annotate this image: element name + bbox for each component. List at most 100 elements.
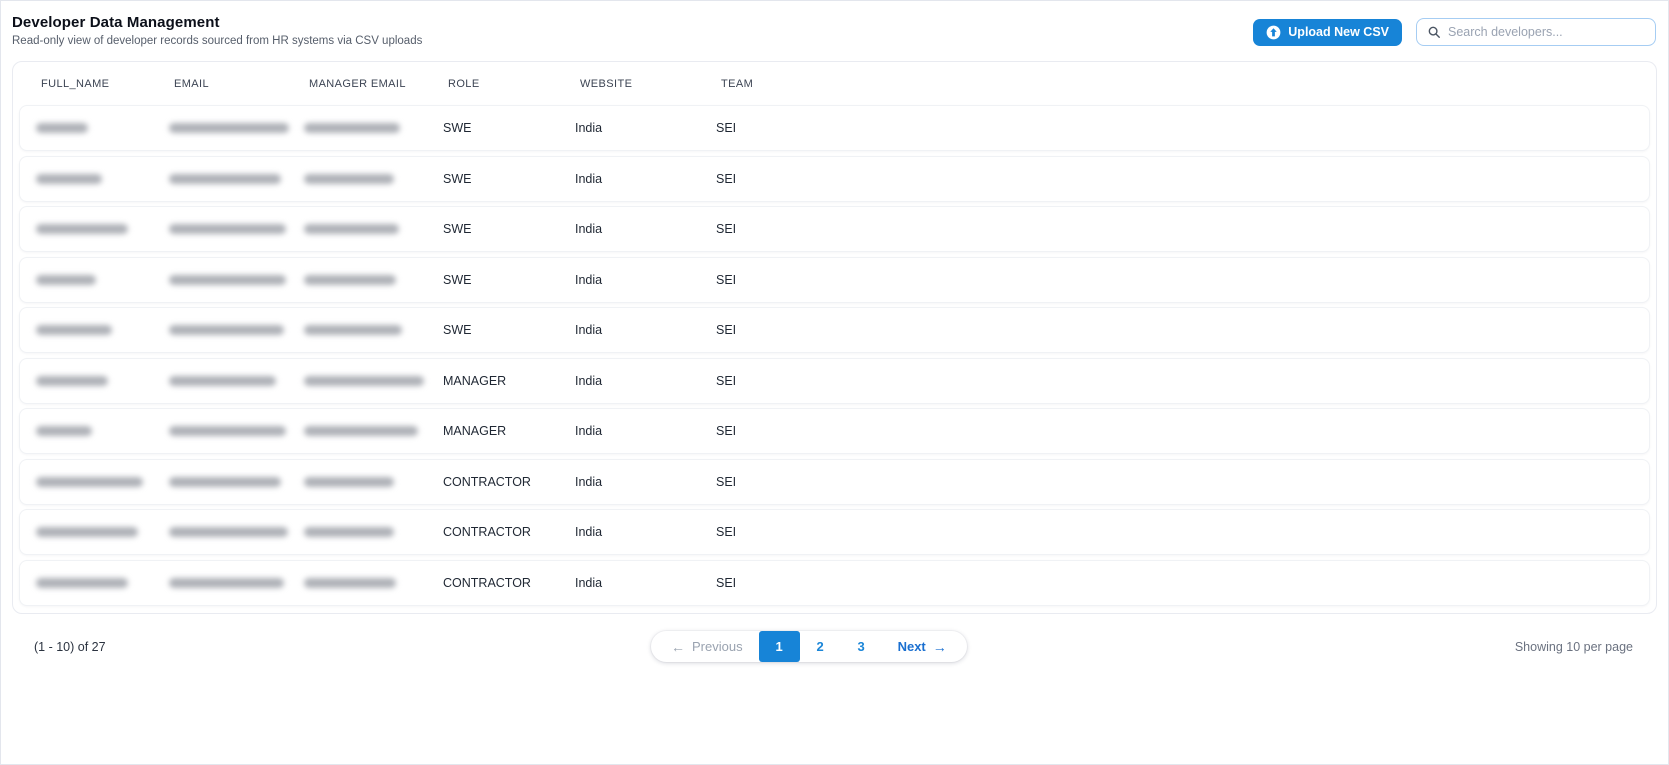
cell-redacted [169,325,284,335]
redacted-text-blur [36,527,138,537]
cell-team: SEI [716,424,737,438]
column-header-full-name: FULL_NAME [41,77,110,90]
redacted-text-blur [169,123,289,133]
cell-website: India [575,474,603,489]
page-button-1[interactable]: 1 [758,631,800,662]
pagination-bar: (1 - 10) of 27 ← Previous 123 Next → Sho… [1,631,1668,663]
table-body: SWE India SEI SWE India SEI SWE India SEI SWE Indi… [19,105,1650,606]
app-window: Developer Data Management Read-only view… [0,0,1669,765]
cell-website: India [575,171,603,186]
cell-role: CONTRACTOR [443,575,531,590]
redacted-text-blur [169,476,281,487]
toolbar-actions: Upload New CSV [1253,18,1656,46]
cell-redacted [304,426,418,436]
cell-redacted [169,527,288,537]
cell-redacted [36,325,112,335]
cell-redacted [304,577,396,588]
table-row: SWE India SEI [19,105,1650,151]
search-input[interactable] [1448,25,1645,39]
cell-team: SEI [716,575,737,590]
page-buttons: 123 [758,631,882,662]
cell-redacted [169,123,289,133]
redacted-text-blur [304,173,394,184]
column-header-website: WEBSITE [580,77,633,90]
redacted-text-blur [304,476,394,487]
page-button-3[interactable]: 3 [841,631,882,662]
page-title: Developer Data Management [12,14,220,31]
cell-redacted [304,274,396,285]
table-row: SWE India SEI [19,206,1650,252]
cell-team: SEI [716,373,737,388]
redacted-text-blur [304,123,400,133]
redacted-text-blur [36,123,88,133]
redacted-text-blur [36,325,112,335]
table-row: SWE India SEI [19,307,1650,353]
developers-table-card: FULL_NAME EMAIL MANAGER EMAIL ROLE WEBSITE TE… [12,61,1657,614]
next-button[interactable]: Next → [882,631,967,662]
cell-role: MANAGER [443,424,507,438]
cell-website: India [575,424,603,438]
redacted-text-blur [36,173,102,184]
upload-csv-button[interactable]: Upload New CSV [1253,18,1402,46]
cell-website: India [575,373,603,388]
cell-redacted [304,173,394,184]
previous-button[interactable]: ← Previous [651,631,759,662]
cell-redacted [304,527,394,537]
cell-redacted [169,274,286,285]
cell-team: SEI [716,474,737,489]
cell-redacted [36,123,88,133]
redacted-text-blur [304,426,418,436]
cell-role: MANAGER [443,373,507,388]
search-icon [1427,25,1441,39]
redacted-text-blur [169,274,286,285]
column-header-manager-email: MANAGER EMAIL [309,77,406,90]
redacted-text-blur [36,224,128,234]
cell-website: India [575,525,603,539]
cell-redacted [304,325,402,335]
redacted-text-blur [169,224,286,234]
cell-team: SEI [716,525,737,539]
redacted-text-blur [304,577,396,588]
redacted-text-blur [304,224,399,234]
cell-redacted [304,224,399,234]
cell-redacted [169,224,286,234]
cell-redacted [169,375,276,386]
cell-role: SWE [443,171,472,186]
cell-redacted [36,476,143,487]
cell-role: SWE [443,121,472,135]
table-row: MANAGER India SEI [19,408,1650,454]
redacted-text-blur [304,527,394,537]
cell-role: CONTRACTOR [443,474,531,489]
cell-redacted [36,224,128,234]
redacted-text-blur [304,274,396,285]
redacted-text-blur [36,274,96,285]
redacted-text-blur [169,173,281,184]
page-button-2[interactable]: 2 [800,631,841,662]
cell-redacted [304,476,394,487]
redacted-text-blur [169,577,284,588]
table-row: MANAGER India SEI [19,357,1650,404]
cell-redacted [36,375,108,386]
cell-redacted [169,173,281,184]
page-subtitle: Read-only view of developer records sour… [12,35,423,47]
cell-website: India [575,222,603,236]
redacted-text-blur [36,577,128,588]
cell-website: India [575,121,603,135]
cell-redacted [169,426,286,436]
cell-redacted [36,173,102,184]
upload-csv-label: Upload New CSV [1288,25,1389,39]
table-row: SWE India SEI [19,155,1650,202]
pager: ← Previous 123 Next → [651,631,967,662]
top-bar: Developer Data Management Read-only view… [1,1,1668,47]
column-header-role: ROLE [448,77,480,90]
cell-redacted [36,577,128,588]
arrow-right-icon: → [932,638,947,655]
cell-team: SEI [716,121,737,135]
redacted-text-blur [36,426,92,436]
cell-role: SWE [443,222,472,236]
per-page-label: Showing 10 per page [1514,640,1633,654]
cell-role: SWE [443,272,472,287]
range-label: (1 - 10) of 27 [34,640,106,654]
table-row: CONTRACTOR India SEI [19,458,1650,505]
search-box[interactable] [1416,18,1656,46]
